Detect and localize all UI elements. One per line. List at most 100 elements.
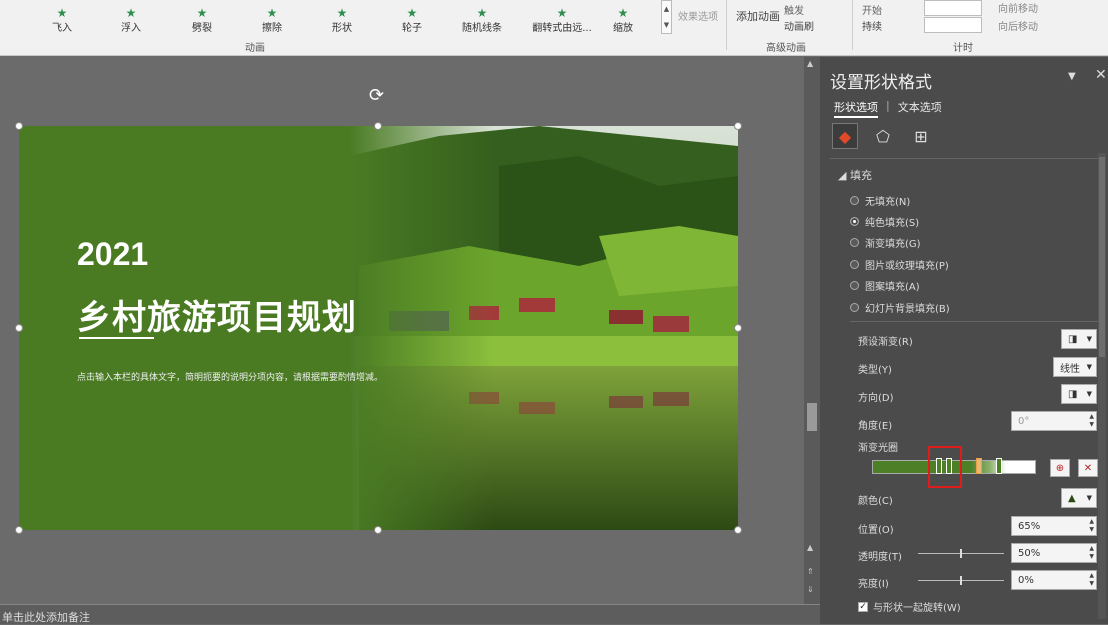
anim-fly-in-button[interactable]: ★ 飞入 <box>37 0 87 34</box>
slide-year-text[interactable]: 2021 <box>77 236 148 273</box>
paint-bucket-icon: ▲ <box>1068 492 1076 504</box>
slider-knob[interactable] <box>960 549 962 558</box>
resize-handle-top[interactable] <box>374 122 382 130</box>
rotate-handle-icon[interactable]: ⟳ <box>369 85 384 106</box>
notes-bar[interactable]: 单击此处添加备注 <box>0 604 820 624</box>
start-label: 开始 <box>862 6 882 17</box>
spinner-icon[interactable]: ▲ ▼ <box>1089 518 1094 534</box>
add-gradient-stop-button[interactable]: ⊕ <box>1050 459 1070 477</box>
scroll-up-icon[interactable]: ▲ <box>807 543 813 552</box>
close-icon[interactable]: ✕ <box>1095 67 1107 83</box>
slide-editing-area[interactable]: ⟳ 2021 乡村旅游项目规划 点击输入本栏的具体文字，简明扼要的说明分项内容，… <box>0 57 804 604</box>
effect-options-button[interactable]: 效果选项 <box>678 8 718 23</box>
resize-handle-bottom[interactable] <box>374 526 382 534</box>
star-icon: ★ <box>266 6 278 20</box>
direction-label: 方向(D) <box>858 393 894 404</box>
advanced-animation-group-label: 高级动画 <box>766 43 806 54</box>
anim-random-bars-button[interactable]: ★ 随机线条 <box>457 0 507 34</box>
radio-no-fill[interactable]: 无填充(N) <box>850 193 910 208</box>
direction-dropdown[interactable]: ◨ ▼ <box>1061 384 1097 404</box>
previous-slide-icon[interactable]: ⇑ <box>807 567 814 576</box>
move-later-button[interactable]: 向后移动 <box>998 18 1038 33</box>
radio-picture-fill[interactable]: 图片或纹理填充(P) <box>850 257 949 272</box>
color-picker-dropdown[interactable]: ▲ ▼ <box>1061 488 1097 508</box>
anim-float-in-button[interactable]: ★ 浮入 <box>106 0 156 34</box>
slide-subtitle[interactable]: 点击输入本栏的具体文字，简明扼要的说明分项内容，请根据需要酌情增减。 <box>77 370 383 383</box>
checkmark-icon[interactable]: ✓ <box>858 601 868 612</box>
ribbon: ★ 飞入 ★ 浮入 ★ 劈裂 ★ 擦除 ★ 形状 ★ 轮子 ★ 随机线条 ★ 翻转式由远... … <box>0 0 1108 56</box>
radio-solid-fill[interactable]: 纯色填充(S) <box>850 214 919 229</box>
preset-gradient-label: 预设渐变(R) <box>858 337 913 348</box>
scrollbar-thumb[interactable] <box>1099 157 1105 357</box>
resize-handle-top-left[interactable] <box>15 122 23 130</box>
trigger-button[interactable]: 触发 <box>784 2 804 17</box>
radio-button[interactable] <box>850 238 859 247</box>
resize-handle-top-right[interactable] <box>734 122 742 130</box>
spinner-icon[interactable]: ▲ ▼ <box>1089 413 1094 429</box>
anim-wipe-button[interactable]: ★ 擦除 <box>247 0 297 34</box>
format-shape-pane: 设置形状格式 ▼ ✕ 形状选项 | 文本选项 ◆ ⬠ ⊞ ◢ 填充 无填充(N)… <box>820 57 1108 624</box>
divider <box>726 0 727 50</box>
slide-canvas[interactable]: 2021 乡村旅游项目规划 点击输入本栏的具体文字，简明扼要的说明分项内容，请根… <box>19 126 738 530</box>
brightness-input[interactable]: 0% ▲ ▼ <box>1011 570 1097 590</box>
type-dropdown[interactable]: 线性 ▼ <box>1053 357 1097 377</box>
transparency-input[interactable]: 50% ▲ ▼ <box>1011 543 1097 563</box>
slide-scrollbar[interactable]: ▲ ▲ ⇑ ⇓ <box>804 57 820 604</box>
radio-gradient-fill[interactable]: 渐变填充(G) <box>850 235 921 250</box>
size-properties-icon[interactable]: ⊞ <box>908 123 934 149</box>
remove-gradient-stop-button[interactable]: ✕ <box>1078 459 1098 477</box>
resize-handle-bottom-right[interactable] <box>734 526 742 534</box>
fill-section-header[interactable]: ◢ 填充 <box>838 167 872 183</box>
gradient-stops-label: 渐变光圈 <box>858 443 898 454</box>
pane-scrollbar[interactable] <box>1098 153 1106 619</box>
radio-button[interactable] <box>850 260 859 269</box>
star-icon: ★ <box>406 6 418 20</box>
rotate-with-shape-checkbox[interactable]: ✓ 与形状一起旋转(W) <box>858 599 961 614</box>
add-animation-button[interactable]: 添加动画 <box>736 8 780 24</box>
radio-button-selected[interactable] <box>850 217 859 226</box>
spinner-icon[interactable]: ▲ ▼ <box>1089 572 1094 588</box>
tab-text-options[interactable]: 文本选项 <box>898 99 942 118</box>
angle-input[interactable]: 0° ▲ ▼ <box>1011 411 1097 431</box>
fill-line-icon[interactable]: ◆ <box>832 123 858 149</box>
resize-handle-left[interactable] <box>15 324 23 332</box>
tab-shape-options[interactable]: 形状选项 <box>834 99 878 118</box>
anim-split-button[interactable]: ★ 劈裂 <box>177 0 227 34</box>
position-input[interactable]: 65% ▲ ▼ <box>1011 516 1097 536</box>
move-earlier-button[interactable]: 向前移动 <box>998 0 1038 15</box>
anim-grow-turn-button[interactable]: ★ 翻转式由远... <box>527 0 597 34</box>
chevron-down-icon: ▼ <box>1086 363 1092 371</box>
brightness-slider[interactable] <box>918 576 1004 585</box>
anim-shape-button[interactable]: ★ 形状 <box>317 0 367 34</box>
slide-title[interactable]: 乡村旅游项目规划 <box>77 290 357 339</box>
effects-pentagon-icon[interactable]: ⬠ <box>870 123 896 149</box>
notes-placeholder[interactable]: 单击此处添加备注 <box>2 611 90 624</box>
gradient-stop[interactable] <box>976 458 982 474</box>
anim-zoom-button[interactable]: ★ 缩放 <box>598 0 648 34</box>
spinner-icon[interactable]: ▲ ▼ <box>1089 545 1094 561</box>
anim-wheel-button[interactable]: ★ 轮子 <box>387 0 437 34</box>
star-icon: ★ <box>336 6 348 20</box>
pane-options-icon[interactable]: ▼ <box>1068 71 1076 82</box>
animation-painter-button[interactable]: 动画刷 <box>784 18 814 33</box>
radio-slide-background-fill[interactable]: 幻灯片背景填充(B) <box>850 300 950 315</box>
radio-pattern-fill[interactable]: 图案填充(A) <box>850 278 920 293</box>
gradient-stop[interactable] <box>996 458 1002 474</box>
preset-gradient-dropdown[interactable]: ◨ ▼ <box>1061 329 1097 349</box>
scrollbar-thumb[interactable] <box>807 403 817 431</box>
radio-button[interactable] <box>850 281 859 290</box>
slider-knob[interactable] <box>960 576 962 585</box>
highlight-annotation-box <box>928 446 962 488</box>
transparency-slider[interactable] <box>918 549 1004 558</box>
resize-handle-bottom-left[interactable] <box>15 526 23 534</box>
animation-gallery-scroll[interactable]: ▲ ▼ <box>661 0 672 34</box>
scroll-up-icon[interactable]: ▲ <box>807 59 813 68</box>
radio-button[interactable] <box>850 196 859 205</box>
animation-group-label: 动画 <box>245 43 265 54</box>
pane-icon-row: ◆ ⬠ ⊞ <box>832 123 934 149</box>
radio-button[interactable] <box>850 303 859 312</box>
next-slide-icon[interactable]: ⇓ <box>807 585 814 594</box>
resize-handle-right[interactable] <box>734 324 742 332</box>
duration-input[interactable] <box>924 17 982 33</box>
start-dropdown[interactable] <box>924 0 982 16</box>
